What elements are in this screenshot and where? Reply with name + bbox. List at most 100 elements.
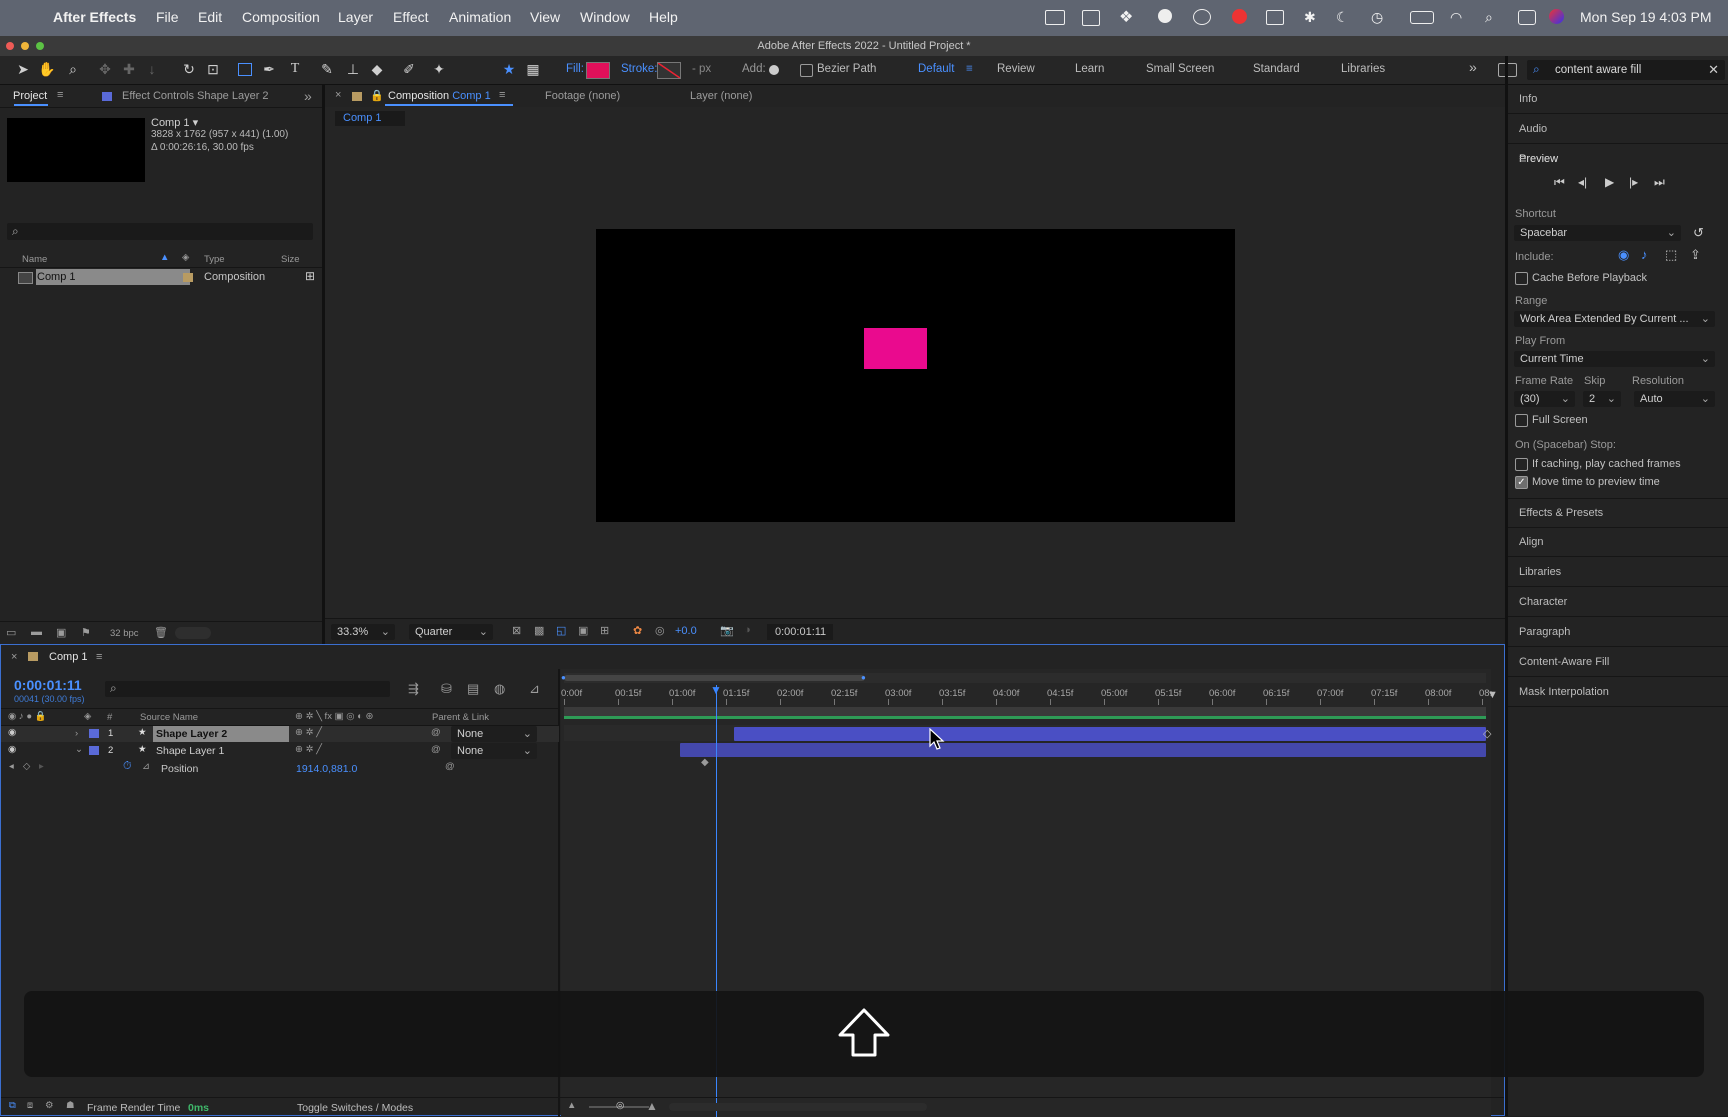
menubar-clock[interactable]: Mon Sep 19 4:03 PM [1580, 9, 1712, 25]
graph-editor-icon[interactable]: ⊿ [529, 681, 540, 697]
clear-search-icon[interactable]: ✕ [1708, 62, 1719, 78]
if-caching-checkbox[interactable] [1515, 458, 1528, 471]
fill-label[interactable]: Fill: [566, 63, 584, 75]
menu-effect[interactable]: Effect [393, 9, 429, 25]
visibility-icon[interactable]: ◉ [8, 727, 16, 738]
panel-menu-icon[interactable]: ≡ [499, 89, 505, 101]
grammarly-icon[interactable] [1158, 9, 1172, 23]
zoom-tool-icon[interactable]: ⌕ [64, 60, 82, 78]
transparency-grid-icon[interactable]: ▩ [534, 624, 544, 637]
show-snapshot-icon[interactable]: ◑ [744, 624, 751, 636]
interpret-footage-icon[interactable]: ▭ [6, 626, 16, 639]
display-icon[interactable] [1082, 10, 1100, 26]
brush-tool-icon[interactable]: ✎ [318, 60, 336, 78]
mask-visibility-icon[interactable]: ◱ [556, 624, 566, 637]
menu-layer[interactable]: Layer [338, 9, 373, 25]
col-name[interactable]: Name [22, 254, 47, 265]
navigator-range[interactable] [564, 675, 865, 681]
transfer-controls-icon[interactable]: ⧈ [27, 1100, 33, 1111]
reset-icon[interactable]: ↺ [1693, 225, 1704, 241]
playhead-handle[interactable]: ▼ [710, 683, 722, 697]
layer-label-color[interactable] [89, 729, 99, 738]
comp-breadcrumb[interactable]: Comp 1 [335, 111, 405, 126]
info-panel-header[interactable]: Info [1508, 85, 1728, 114]
label-tag-icon[interactable]: ◈ [182, 252, 189, 263]
snapshot-icon[interactable]: 📷 [720, 624, 734, 637]
bezier-path-checkbox[interactable] [800, 64, 813, 77]
menu-edit[interactable]: Edit [198, 9, 222, 25]
siri-icon[interactable] [1549, 9, 1564, 24]
layer-bar-shape-layer-2[interactable] [734, 727, 1486, 741]
toggle-switches-modes[interactable]: Toggle Switches / Modes [297, 1102, 413, 1114]
bluetooth-icon[interactable]: ✱ [1304, 9, 1316, 26]
screen-record-icon[interactable] [1045, 10, 1065, 25]
flowchart-icon[interactable]: ⊞ [305, 269, 315, 283]
motion-blur-icon[interactable]: ◍ [494, 681, 505, 697]
tab-composition[interactable]: Composition Comp 1 [388, 90, 491, 102]
skip-dropdown[interactable]: 2 ⌄ [1583, 391, 1621, 407]
paragraph-panel-header[interactable]: Paragraph [1508, 618, 1728, 647]
hand-tool-icon[interactable]: ✋ [38, 60, 56, 78]
type-tool-icon[interactable]: T [286, 60, 304, 78]
bit-depth[interactable]: 32 bpc [110, 628, 139, 639]
prev-frame-icon[interactable]: ◂| [1578, 175, 1587, 189]
workspace-small-screen[interactable]: Small Screen [1146, 63, 1214, 75]
sort-arrow-icon[interactable]: ▲ [160, 252, 169, 263]
prev-keyframe-icon[interactable]: ◂ [9, 761, 14, 772]
layer-switches-pane-icon[interactable]: ⧉ [9, 1100, 16, 1111]
av-switches-icon[interactable]: ◉ ♪ ● 🔒 [8, 711, 47, 722]
viewer-timecode[interactable]: 0:00:01:11 [767, 624, 833, 640]
cache-before-playback-checkbox[interactable] [1515, 272, 1528, 285]
include-video-icon[interactable]: ◉ [1618, 247, 1629, 263]
zoom-slider-handle[interactable]: ◎ [616, 1100, 624, 1111]
workspace-default[interactable]: Default [918, 63, 954, 75]
workspace-libraries[interactable]: Libraries [1341, 63, 1385, 75]
magnification-dropdown[interactable]: 33.3% ⌄ [331, 624, 395, 640]
layer-bar-shape-layer-1[interactable] [680, 743, 1486, 757]
expression-icon[interactable]: @ [445, 761, 455, 772]
fill-color-swatch[interactable] [586, 62, 610, 79]
tab-layer[interactable]: Layer (none) [690, 90, 752, 102]
zoom-in-icon[interactable]: ▲ [646, 1099, 658, 1113]
mask-interpolation-panel-header[interactable]: Mask Interpolation [1508, 678, 1728, 707]
libraries-panel-header[interactable]: Libraries [1508, 558, 1728, 587]
layer-end-icon[interactable]: ◇ [1483, 727, 1491, 740]
tab-effect-controls[interactable]: Effect Controls Shape Layer 2 [122, 90, 269, 102]
channel-icon[interactable]: ✿ [633, 624, 642, 637]
layer-switches[interactable]: ⊕ ✲ ╱ [295, 727, 322, 738]
region-of-interest-icon[interactable]: ▣ [578, 624, 588, 637]
tab-timeline-comp1[interactable]: Comp 1 [49, 651, 88, 663]
next-frame-icon[interactable]: |▸ [1629, 175, 1638, 189]
parent-dropdown[interactable]: None ⌄ [451, 743, 537, 759]
layer-row[interactable]: ◉ › 1 ★ Shape Layer 2 ⊕ ✲ ╱ @ None ⌄ [1, 726, 559, 742]
menu-view[interactable]: View [530, 9, 560, 25]
play-from-dropdown[interactable]: Current Time ⌄ [1514, 351, 1715, 367]
tab-footage[interactable]: Footage (none) [545, 90, 620, 102]
orbit-tool-icon[interactable]: ✥ [96, 60, 114, 78]
clone-stamp-tool-icon[interactable]: ⊥ [344, 60, 362, 78]
switches-icon[interactable]: ⊕ ✲ ╲ fx ▣ ◎ ◐ ⊛ [295, 711, 373, 722]
col-size[interactable]: Size [281, 254, 299, 265]
time-machine-icon[interactable]: ◷ [1371, 9, 1383, 26]
menu-window[interactable]: Window [580, 9, 630, 25]
add-keyframe-icon[interactable]: ◇ [23, 761, 30, 772]
include-overlays-icon[interactable]: ⬚ [1665, 247, 1677, 263]
menu-animation[interactable]: Animation [449, 9, 511, 25]
help-search-field[interactable]: ⌕ content aware fill ✕ [1527, 60, 1725, 80]
content-aware-fill-panel-header[interactable]: Content-Aware Fill [1508, 648, 1728, 677]
panel-menu-icon[interactable]: ≡ [57, 89, 63, 101]
collapse-arrow-icon[interactable]: ⌄ [75, 744, 83, 755]
spotlight-icon[interactable]: ⌕ [1485, 9, 1493, 26]
include-audio-icon[interactable]: ♪ [1641, 247, 1648, 262]
preview-panel-header[interactable]: Preview ≡ [1508, 145, 1728, 173]
close-tab-icon[interactable]: × [11, 651, 17, 663]
tab-project[interactable]: Project [13, 90, 47, 102]
lock-icon[interactable]: 🔒 [370, 89, 384, 102]
comp-mini-flowchart-icon[interactable]: ⇶ [408, 681, 419, 697]
selection-tool-icon[interactable]: ➤ [14, 60, 32, 78]
dolly-tool-icon[interactable]: ↓ [143, 60, 161, 78]
label-tag-icon[interactable]: ◈ [84, 711, 91, 722]
add-property-icon[interactable] [769, 65, 779, 75]
dropbox-icon[interactable]: ❖ [1119, 7, 1133, 27]
stroke-width[interactable]: - px [692, 63, 711, 75]
